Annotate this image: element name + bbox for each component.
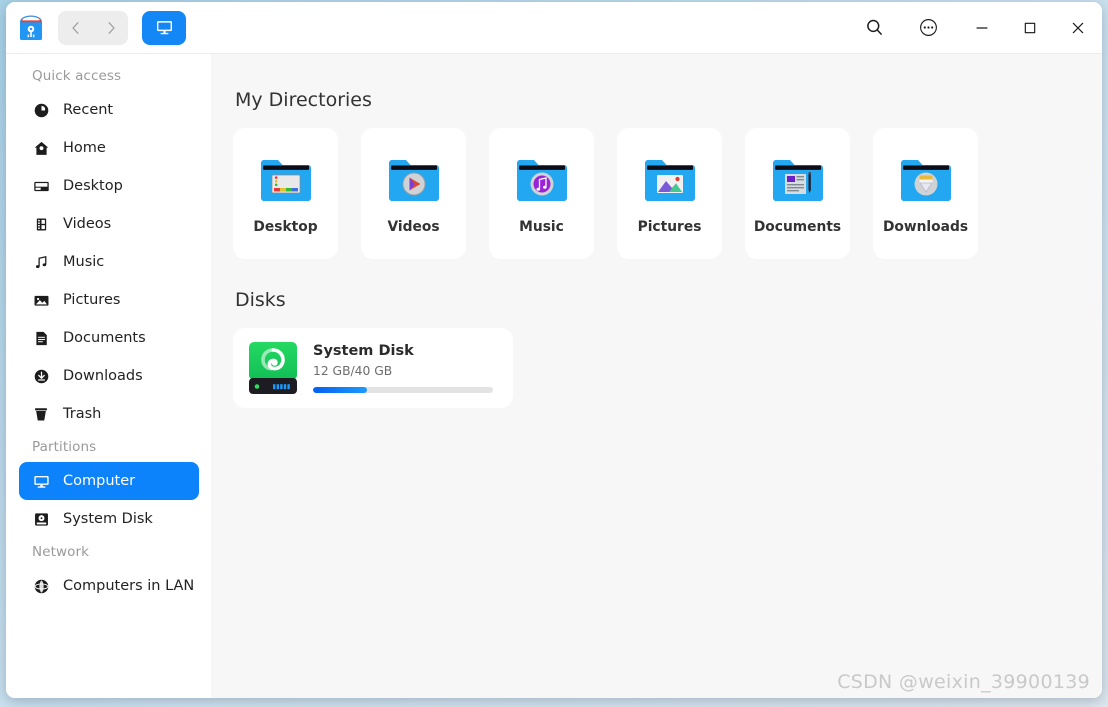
disk-capacity-label: 12 GB/40 GB [313, 364, 393, 378]
computer-icon [32, 472, 50, 490]
content-area: My Directories Desktop Videos Music Pict… [211, 54, 1102, 698]
my-directories-title: My Directories [235, 89, 372, 111]
folder-pictures-icon [644, 159, 695, 201]
sidebar-item-music[interactable]: Music [19, 243, 199, 281]
directory-card-label: Documents [753, 218, 842, 235]
sidebar-item-label: Home [63, 140, 106, 156]
sidebar-item-system-disk[interactable]: System Disk [19, 500, 199, 538]
sidebar-item-label: Downloads [63, 368, 143, 384]
navigation-buttons [58, 10, 128, 45]
film-icon [32, 215, 50, 233]
watermark: CSDN @weixin_39900139 [837, 671, 1090, 693]
trash-icon [35, 408, 47, 421]
close-icon [1072, 22, 1084, 33]
sidebar-item-label: Videos [63, 216, 112, 232]
sidebar-item-documents[interactable]: Documents [19, 319, 199, 357]
sidebar-item-label: System Disk [63, 511, 153, 527]
chevron-left-icon [71, 21, 78, 34]
sidebar-item-computers-in-lan[interactable]: Computers in LAN [19, 567, 199, 605]
close-button[interactable] [1054, 2, 1102, 53]
folder-music-icon [516, 159, 567, 201]
directory-card-desktop[interactable]: Desktop [233, 128, 338, 259]
window-controls [850, 2, 1102, 53]
chevron-right-icon [108, 21, 115, 34]
directory-card-music[interactable]: Music [489, 128, 594, 259]
folder-downloads-icon [900, 159, 951, 201]
back-button[interactable] [61, 13, 91, 43]
directory-card-documents[interactable]: Documents [745, 128, 850, 259]
clock-icon [32, 101, 50, 119]
desktop-icon [32, 177, 50, 195]
sidebar-group-label-network: Network [32, 544, 90, 560]
sidebar-item-recent[interactable]: Recent [19, 91, 199, 129]
sidebar-item-label: Pictures [63, 292, 121, 308]
file-manager-icon [16, 13, 46, 43]
download-icon [32, 367, 50, 385]
minimize-button[interactable] [958, 2, 1006, 53]
more-options-button[interactable] [904, 2, 952, 53]
maximize-button[interactable] [1006, 2, 1054, 53]
directory-card-pictures[interactable]: Pictures [617, 128, 722, 259]
folder-videos-icon [388, 159, 439, 201]
minimize-icon [976, 26, 988, 29]
sidebar-item-computer[interactable]: Computer [19, 462, 199, 500]
sidebar-item-label: Computers in LAN [63, 578, 195, 594]
picture-icon [32, 291, 50, 309]
document-icon [32, 329, 50, 347]
harddisk-green-icon [249, 342, 297, 394]
directories-grid: Desktop Videos Music Pictures Documents … [233, 128, 1102, 259]
sidebar-item-home[interactable]: Home [19, 129, 199, 167]
sidebar-item-label: Documents [63, 330, 146, 346]
sidebar-item-pictures[interactable]: Pictures [19, 281, 199, 319]
directory-card-label: Music [519, 218, 564, 235]
sidebar-item-downloads[interactable]: Downloads [19, 357, 199, 395]
sidebar-item-videos[interactable]: Videos [19, 205, 199, 243]
search-button[interactable] [850, 2, 898, 53]
directory-card-label: Videos [387, 218, 440, 235]
disks-title: Disks [235, 289, 286, 311]
folder-documents-icon [772, 159, 823, 201]
network-globe-icon [32, 577, 50, 595]
computer-icon [156, 21, 172, 35]
folder-desktop-icon [260, 159, 311, 201]
harddisk-icon [32, 510, 50, 528]
computer-tab-button[interactable] [142, 10, 186, 45]
sidebar: Quick access Recent Home Desktop Videos … [6, 54, 211, 698]
more-options-icon [919, 19, 937, 36]
disk-usage-bar [313, 387, 493, 393]
disk-name: System Disk [313, 343, 414, 359]
disk-info: System Disk 12 GB/40 GB [313, 343, 499, 393]
disk-usage-bar-fill [313, 387, 367, 393]
directory-card-label: Pictures [637, 218, 702, 235]
titlebar [6, 2, 1102, 54]
search-icon [866, 19, 882, 35]
maximize-icon [1024, 22, 1036, 33]
directory-card-label: Desktop [253, 218, 318, 235]
directory-card-label: Downloads [882, 218, 969, 235]
sidebar-group-label-quick-access: Quick access [32, 68, 122, 84]
sidebar-item-trash[interactable]: Trash [19, 395, 199, 433]
sidebar-item-label: Music [63, 254, 105, 270]
sidebar-item-label: Desktop [63, 178, 123, 194]
disk-card-system-disk[interactable]: System Disk 12 GB/40 GB [233, 328, 513, 408]
forward-button[interactable] [96, 13, 126, 43]
sidebar-item-label: Recent [63, 102, 114, 118]
sidebar-item-desktop[interactable]: Desktop [19, 167, 199, 205]
music-note-icon [32, 253, 50, 271]
directory-card-videos[interactable]: Videos [361, 128, 466, 259]
file-manager-window: Quick access Recent Home Desktop Videos … [6, 2, 1102, 698]
home-icon [32, 139, 50, 157]
sidebar-item-label: Trash [63, 406, 102, 422]
directory-card-downloads[interactable]: Downloads [873, 128, 978, 259]
sidebar-group-label-partitions: Partitions [32, 439, 97, 455]
sidebar-item-label: Computer [63, 473, 136, 489]
